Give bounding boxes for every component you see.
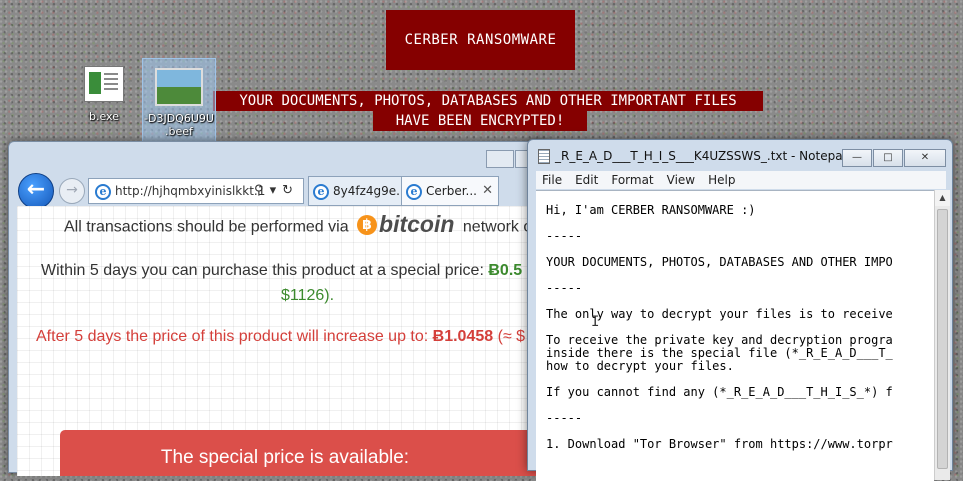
minimize-button[interactable]: — — [842, 149, 872, 167]
notepad-menu-bar: File Edit Format View Help — [536, 171, 946, 189]
notepad-line: ----- — [546, 229, 583, 243]
back-button[interactable]: ← — [18, 173, 54, 209]
browser-toolbar: ← → e http://hjhqmbxyinislkkt.1 ⚲▾↻ e 8y4f… — [9, 170, 549, 209]
search-icon[interactable]: ⚲ — [254, 183, 270, 198]
address-tools: ⚲▾↻ — [254, 179, 299, 203]
ransom-banner-line-2: HAVE BEEN ENCRYPTED! — [373, 111, 587, 131]
transaction-info: All transactions should be performed via… — [64, 211, 533, 241]
back-arrow-icon: ← — [26, 177, 46, 202]
program-icon — [84, 66, 124, 102]
increased-price-value: Ƀ1.0458 — [432, 328, 494, 345]
menu-view[interactable]: View — [667, 173, 695, 187]
notepad-window: _R_E_A_D___T_H_I_S___K4UZSSWS_.txt - Not… — [527, 139, 953, 481]
ransom-banner-line-1: YOUR DOCUMENTS, PHOTOS, DATABASES AND OT… — [213, 91, 763, 111]
menu-help[interactable]: Help — [708, 173, 735, 187]
desktop-icon-label: b.exe — [89, 110, 119, 123]
browser-content: All transactions should be performed via… — [17, 206, 542, 476]
menu-file[interactable]: File — [542, 173, 562, 187]
notepad-line: Hi, I'am CERBER RANSOMWARE :) — [546, 203, 756, 217]
notepad-window-controls: — □ ✕ — [841, 149, 946, 168]
bitcoin-wordmark: bitcoin — [379, 211, 455, 237]
browser-tab-1[interactable]: e 8y4fz4g9e... — [308, 176, 402, 206]
bitcoin-logo: ฿ bitcoin — [357, 211, 454, 238]
tab-label: Cerber... — [426, 184, 477, 198]
special-price-info: Within 5 days you can purchase this prod… — [41, 262, 522, 280]
special-price-box: The special price is available: — [60, 430, 542, 476]
menu-edit[interactable]: Edit — [575, 173, 598, 187]
desktop-icon-label: -D3JDQ6U9U .beef — [144, 112, 214, 138]
tab-label: 8y4fz4g9e... — [333, 184, 402, 198]
close-tab-icon[interactable]: ✕ — [482, 177, 493, 205]
ie-logo-icon: e — [95, 183, 111, 200]
notepad-line: ----- — [546, 281, 583, 295]
ransom-banner-title: CERBER RANSOMWARE — [386, 10, 575, 70]
special-price-usd: $1126). — [281, 287, 335, 304]
notepad-line: YOUR DOCUMENTS, PHOTOS, DATABASES AND OT… — [546, 255, 893, 269]
increased-price-info: After 5 days the price of this product w… — [36, 328, 525, 346]
refresh-icon[interactable]: ↻ — [282, 183, 299, 198]
transaction-text-end: network o — [462, 218, 533, 236]
text-cursor-icon: I — [591, 314, 600, 330]
notepad-line: If you cannot find any (*_R_E_A_D___T_H_… — [546, 385, 893, 399]
dropdown-icon[interactable]: ▾ — [270, 183, 283, 198]
address-bar[interactable]: e http://hjhqmbxyinislkkt.1 ⚲▾↻ — [88, 178, 304, 204]
vertical-scrollbar[interactable]: ▲ — [934, 190, 950, 480]
minimize-button[interactable] — [486, 150, 514, 168]
image-file-icon — [155, 68, 203, 106]
notepad-line — [546, 269, 893, 282]
special-price-value: Ƀ0.5 — [488, 262, 523, 279]
forward-button[interactable]: → — [59, 178, 85, 204]
desktop-icon-b-exe[interactable]: b.exe — [72, 64, 136, 123]
increased-price-usd: (≈ $ — [497, 328, 526, 345]
notepad-line — [546, 217, 893, 230]
notepad-line — [546, 399, 893, 412]
notepad-title-text: _R_E_A_D___T_H_I_S___K4UZSSWS_.txt - Not… — [555, 149, 851, 163]
close-button[interactable]: ✕ — [904, 149, 946, 167]
address-url: http://hjhqmbxyinislkkt.1 — [115, 184, 266, 198]
desktop-icon-beef-file[interactable]: -D3JDQ6U9U .beef — [142, 58, 216, 144]
browser-window: ← → e http://hjhqmbxyinislkkt.1 ⚲▾↻ e 8y4f… — [8, 141, 550, 476]
notepad-line: how to decrypt your files. — [546, 359, 734, 373]
forward-arrow-icon: → — [66, 182, 78, 198]
scroll-up-icon[interactable]: ▲ — [935, 190, 950, 206]
scrollbar-thumb[interactable] — [937, 209, 948, 469]
notepad-line: 1. Download "Tor Browser" from https://w… — [546, 437, 893, 451]
bitcoin-coin-icon: ฿ — [357, 214, 378, 235]
ie-logo-icon: e — [406, 183, 422, 200]
notepad-title: _R_E_A_D___T_H_I_S___K4UZSSWS_.txt - Not… — [538, 149, 850, 164]
notepad-text-area[interactable]: Hi, I'am CERBER RANSOMWARE :) ----- YOUR… — [536, 190, 934, 481]
browser-tab-2[interactable]: e Cerber... ✕ — [401, 176, 499, 206]
ie-logo-icon: e — [313, 183, 329, 200]
menu-format[interactable]: Format — [611, 173, 653, 187]
transaction-text: All transactions should be performed via — [64, 218, 349, 236]
notepad-line: ----- — [546, 411, 583, 425]
notepad-icon — [538, 149, 550, 164]
special-price-text: Within 5 days you can purchase this prod… — [41, 262, 484, 279]
increased-price-text: After 5 days the price of this product w… — [36, 328, 429, 345]
maximize-button[interactable]: □ — [873, 149, 903, 167]
